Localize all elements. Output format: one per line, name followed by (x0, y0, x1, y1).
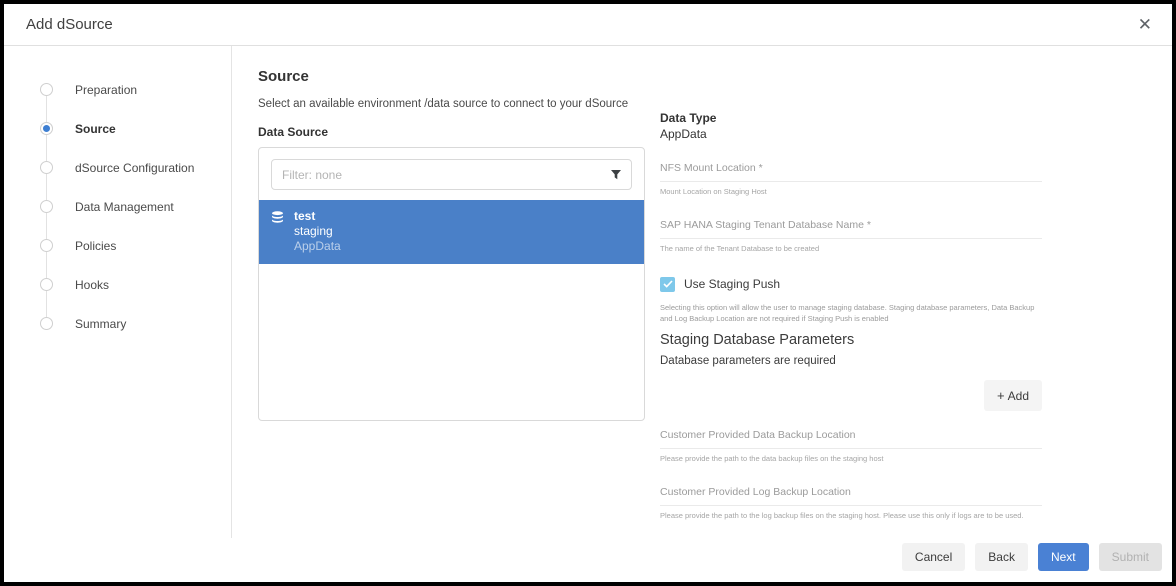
staging-push-description: Selecting this option will allow the use… (660, 302, 1042, 325)
use-staging-push-checkbox[interactable]: Use Staging Push (660, 277, 1042, 292)
step-circle-icon (40, 278, 53, 291)
step-policies[interactable]: Policies (40, 226, 231, 265)
step-circle-icon (40, 161, 53, 174)
back-button[interactable]: Back (975, 543, 1028, 571)
add-parameter-button[interactable]: +Add (984, 380, 1042, 411)
log-backup-location-input[interactable]: Customer Provided Log Backup Location (660, 486, 1042, 506)
checkbox-checked-icon[interactable] (660, 277, 675, 292)
staging-db-params-title: Staging Database Parameters (660, 332, 1042, 348)
wizard-stepper: Preparation Source dSource Configuration… (4, 46, 232, 538)
source-environment: staging (294, 224, 341, 239)
next-button[interactable]: Next (1038, 543, 1089, 571)
staging-db-params-subtitle: Database parameters are required (660, 355, 1042, 367)
tenant-database-name-field: SAP HANA Staging Tenant Database Name * … (660, 219, 1042, 255)
source-step-panel: Source Select an available environment /… (232, 46, 1172, 538)
plus-icon: + (997, 388, 1005, 403)
step-preparation[interactable]: Preparation (40, 70, 231, 109)
source-type: AppData (294, 239, 341, 254)
step-circle-icon (40, 200, 53, 213)
tenant-database-name-input[interactable]: SAP HANA Staging Tenant Database Name * (660, 219, 1042, 239)
list-item-test[interactable]: test staging AppData (259, 200, 644, 264)
step-circle-icon (40, 83, 53, 96)
dialog-title: Add dSource (26, 16, 113, 33)
submit-button: Submit (1099, 543, 1162, 571)
step-circle-icon (40, 239, 53, 252)
step-circle-icon (40, 122, 53, 135)
cancel-button[interactable]: Cancel (902, 543, 965, 571)
page-subtitle: Select an available environment /data so… (258, 98, 1172, 110)
step-source[interactable]: Source (40, 109, 231, 148)
step-data-management[interactable]: Data Management (40, 187, 231, 226)
data-backup-location-field: Customer Provided Data Backup Location P… (660, 429, 1042, 465)
step-dsource-configuration[interactable]: dSource Configuration (40, 148, 231, 187)
close-icon[interactable]: ✕ (1138, 16, 1152, 33)
page-title: Source (258, 68, 1172, 85)
database-icon (271, 211, 284, 254)
filter-input[interactable] (271, 159, 632, 190)
data-source-label: Data Source (258, 125, 645, 139)
data-type-label: Data Type (660, 111, 1042, 125)
add-dsource-dialog: Add dSource ✕ Preparation Source dSource… (0, 0, 1176, 586)
use-staging-push-label: Use Staging Push (684, 277, 780, 291)
dialog-footer: Cancel Back Next Submit (4, 538, 1172, 582)
step-summary[interactable]: Summary (40, 304, 231, 343)
step-circle-icon (40, 317, 53, 330)
nfs-mount-location-field: NFS Mount Location * Mount Location on S… (660, 162, 1042, 198)
filter-icon (610, 168, 622, 186)
dialog-header: Add dSource ✕ (4, 4, 1172, 46)
data-type-value: AppData (660, 127, 1042, 141)
nfs-mount-location-input[interactable]: NFS Mount Location * (660, 162, 1042, 182)
log-backup-location-field: Customer Provided Log Backup Location Pl… (660, 486, 1042, 522)
data-source-list: test staging AppData (258, 147, 645, 421)
source-name: test (294, 209, 341, 224)
data-backup-location-input[interactable]: Customer Provided Data Backup Location (660, 429, 1042, 449)
source-details-panel: Data Type AppData NFS Mount Location * M… (660, 111, 1042, 522)
step-hooks[interactable]: Hooks (40, 265, 231, 304)
